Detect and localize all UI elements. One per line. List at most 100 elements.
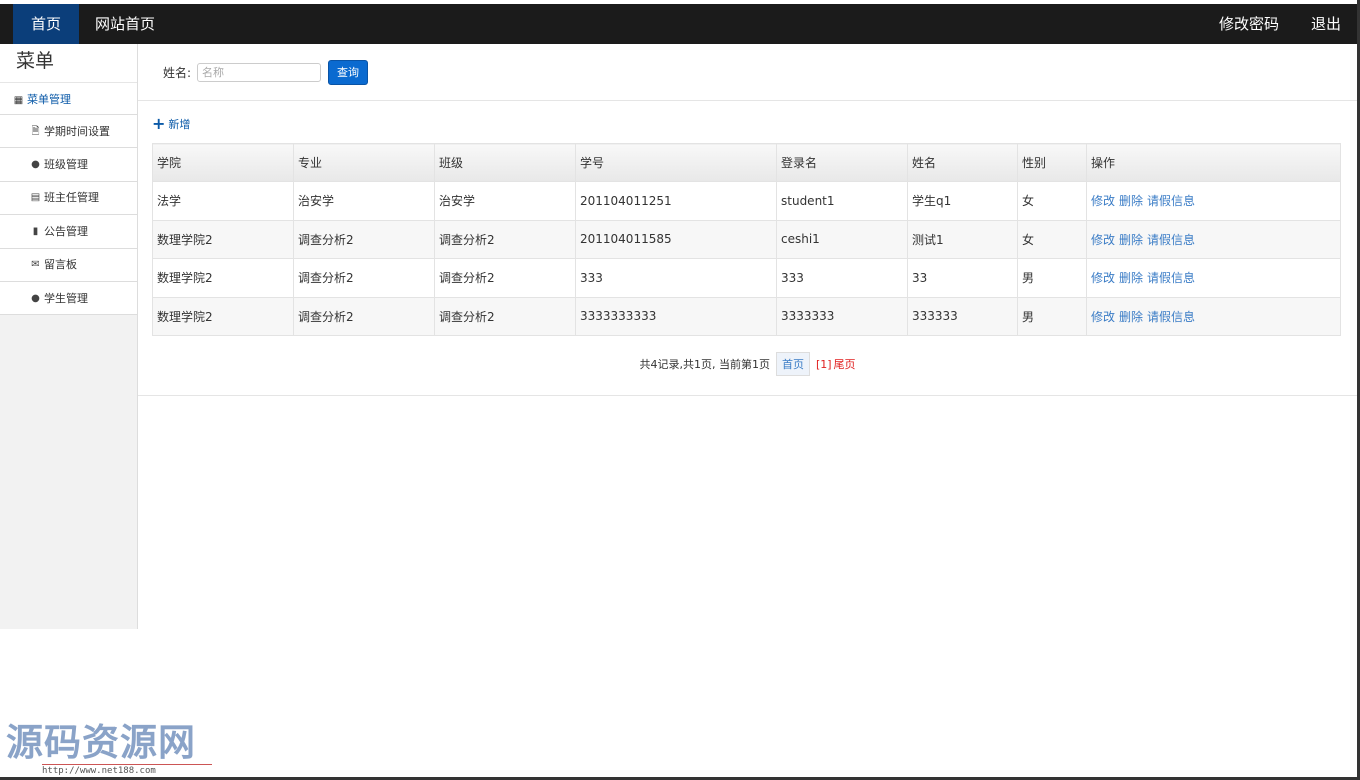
column-header: 姓名	[907, 143, 1018, 182]
book-icon: ▦	[13, 95, 24, 106]
row-actions: 修改 删除 请假信息	[1086, 181, 1341, 221]
student-table: 学院 专业 班级 学号 登录名 姓名 性别 操作 法学 治安学 治安学 2011…	[152, 143, 1341, 336]
edit-link[interactable]: 修改	[1091, 271, 1115, 285]
add-label: 新增	[168, 118, 191, 131]
column-header: 专业	[293, 143, 435, 182]
sidebar-item-class[interactable]: ● 班级管理	[0, 148, 137, 182]
table-cell: 333	[776, 258, 908, 298]
pagination: 共4记录,共1页, 当前第1页 首页 [1] 尾页	[138, 352, 1357, 376]
table-cell: 数理学院2	[152, 296, 294, 336]
file-icon: 🗎	[31, 125, 40, 137]
watermark-title: 源码资源网	[6, 720, 196, 764]
table-cell: 333333	[907, 296, 1018, 336]
column-header: 性别	[1017, 143, 1087, 182]
table-cell: 学生q1	[907, 181, 1018, 221]
sidebar: 菜单 ▦ 菜单管理 🗎 学期时间设置 ● 班级管理 ▤ 班主任管理 ▮ 公告管理 ✉ 留言板…	[0, 44, 138, 629]
table-cell: 201104011251	[575, 181, 777, 221]
table-cell: 调查分析2	[293, 296, 435, 336]
sidebar-item-semester-time[interactable]: 🗎 学期时间设置	[0, 115, 137, 149]
comment-icon: ●	[31, 159, 40, 171]
sidebar-title: 菜单	[0, 44, 137, 82]
table-cell: 201104011585	[575, 219, 777, 259]
nav-change-password[interactable]: 修改密码	[1203, 4, 1295, 44]
delete-link[interactable]: 删除	[1119, 233, 1143, 247]
search-button[interactable]: 查询	[328, 59, 369, 85]
column-header: 操作	[1086, 143, 1341, 182]
sidebar-item-label: 学期时间设置	[44, 124, 110, 138]
add-button[interactable]: + 新增	[152, 116, 190, 132]
table-cell: 333	[575, 258, 777, 298]
column-header: 学号	[575, 143, 777, 182]
table-row: 数理学院2 调查分析2 调查分析2 201104011585 ceshi1 测试…	[152, 219, 1341, 259]
search-label: 姓名:	[163, 65, 192, 80]
table-cell: 测试1	[907, 219, 1018, 259]
leave-info-link[interactable]: 请假信息	[1147, 310, 1195, 324]
table-cell: 33	[907, 258, 1018, 298]
sidebar-item-label: 公告管理	[44, 224, 88, 238]
table-cell: 男	[1017, 296, 1087, 336]
watermark-logo: 源码资源网 http://www.net188.com	[6, 712, 212, 776]
table-cell: 调查分析2	[434, 219, 576, 259]
column-header: 班级	[434, 143, 576, 182]
table-cell: 调查分析2	[434, 258, 576, 298]
main-content: 姓名: 查询 +新增 学院 专业 班级 学号 登录名 姓名 性别 操作 法学 治…	[138, 44, 1357, 396]
sidebar-item-announcement[interactable]: ▮ 公告管理	[0, 215, 137, 249]
envelope-icon: ✉	[31, 259, 40, 271]
pagination-first[interactable]: 首页	[775, 352, 810, 376]
sidebar-item-label: 班级管理	[44, 158, 88, 172]
row-actions: 修改 删除 请假信息	[1086, 258, 1341, 298]
table-cell: 女	[1017, 181, 1087, 221]
sidebar-item-head-teacher[interactable]: ▤ 班主任管理	[0, 181, 137, 216]
pagination-current[interactable]: [1]	[816, 358, 832, 371]
sidebar-item-student[interactable]: ● 学生管理	[0, 281, 137, 316]
table-cell: 调查分析2	[293, 219, 435, 259]
nav-logout[interactable]: 退出	[1295, 4, 1357, 44]
sidebar-item-message-board[interactable]: ✉ 留言板	[0, 248, 137, 282]
leave-info-link[interactable]: 请假信息	[1147, 194, 1195, 208]
table-cell: 3333333	[776, 296, 908, 336]
search-input[interactable]	[197, 62, 322, 82]
delete-link[interactable]: 删除	[1119, 310, 1143, 324]
delete-link[interactable]: 删除	[1119, 271, 1143, 285]
column-header: 登录名	[776, 143, 908, 182]
row-actions: 修改 删除 请假信息	[1086, 296, 1341, 336]
search-form: 姓名: 查询	[138, 44, 1357, 101]
leave-info-link[interactable]: 请假信息	[1147, 233, 1195, 247]
top-navbar: 首页 网站首页 修改密码 退出	[0, 4, 1357, 44]
table-cell: ceshi1	[776, 219, 908, 259]
table-cell: 数理学院2	[152, 258, 294, 298]
table-cell: 治安学	[434, 181, 576, 221]
table-cell: 治安学	[293, 181, 435, 221]
books-icon: ▮	[32, 225, 39, 237]
table-cell: 3333333333	[575, 296, 777, 336]
edit-link[interactable]: 修改	[1091, 233, 1115, 247]
table-row: 数理学院2 调查分析2 调查分析2 3333333333 3333333 333…	[152, 296, 1341, 336]
table-cell: 法学	[152, 181, 294, 221]
table-cell: 数理学院2	[152, 219, 294, 259]
plus-icon: +	[152, 114, 166, 133]
table-cell: 调查分析2	[434, 296, 576, 336]
sidebar-group-menu-management[interactable]: ▦ 菜单管理	[0, 82, 137, 115]
table-row: 数理学院2 调查分析2 调查分析2 333 333 33 男 修改 删除 请假信息	[152, 258, 1341, 298]
sidebar-item-label: 留言板	[44, 258, 77, 272]
table-row: 法学 治安学 治安学 201104011251 student1 学生q1 女 …	[152, 181, 1341, 221]
nav-home[interactable]: 首页	[13, 4, 80, 44]
edit-link[interactable]: 修改	[1091, 194, 1115, 208]
table-cell: 调查分析2	[293, 258, 435, 298]
sidebar-item-label: 班主任管理	[44, 191, 99, 205]
table-cell: 女	[1017, 219, 1087, 259]
comment-icon: ●	[31, 292, 40, 304]
pagination-last[interactable]: 尾页	[834, 356, 856, 372]
delete-link[interactable]: 删除	[1119, 194, 1143, 208]
nav-right-group: 修改密码 退出	[1203, 4, 1357, 44]
list-icon: ▤	[30, 192, 41, 204]
leave-info-link[interactable]: 请假信息	[1147, 271, 1195, 285]
column-header: 学院	[152, 143, 294, 182]
edit-link[interactable]: 修改	[1091, 310, 1115, 324]
nav-site-home[interactable]: 网站首页	[79, 4, 171, 44]
table-header-row: 学院 专业 班级 学号 登录名 姓名 性别 操作	[152, 143, 1341, 182]
sidebar-group-label: 菜单管理	[27, 93, 71, 106]
sidebar-item-label: 学生管理	[44, 291, 88, 305]
table-cell: student1	[776, 181, 908, 221]
pagination-summary: 共4记录,共1页, 当前第1页	[639, 358, 770, 371]
